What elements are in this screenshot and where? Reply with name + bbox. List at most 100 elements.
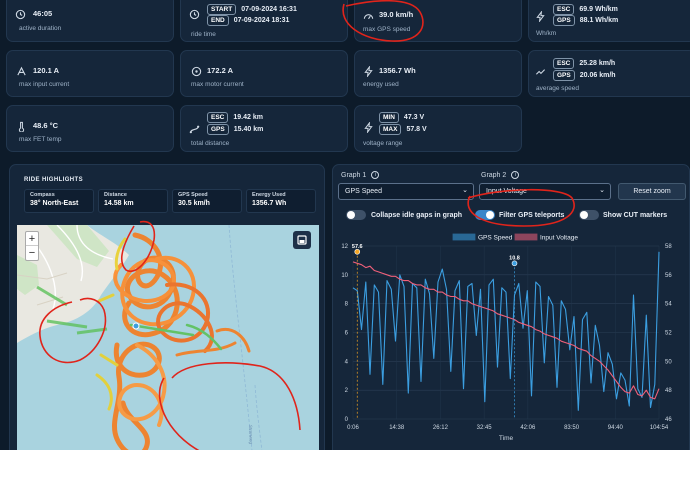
start-tag: START (207, 4, 237, 15)
show-cut-markers-label: Show CUT markers (603, 212, 668, 219)
start-value: 07-09-2024 16:31 (241, 6, 297, 13)
zoom-in-button[interactable]: + (26, 232, 38, 246)
stat-label: max GPS speed (363, 26, 411, 33)
x-axis-label: Time (499, 435, 514, 442)
stat-label: average speed (536, 85, 580, 92)
motor-icon (191, 64, 202, 77)
collapse-idle-label: Collapse idle gaps in graph (371, 212, 463, 219)
esc-value: 69.9 Wh/km (579, 6, 618, 13)
stat-label: total distance (191, 140, 230, 147)
stat-label: active duration (19, 25, 62, 32)
filter-gps-teleports-label: Filter GPS teleports (499, 212, 565, 219)
stat-average-speed: ESC 25.28 km/h GPS 20.06 km/h average spee… (528, 50, 690, 97)
highlight-label: Energy Used (252, 192, 286, 198)
annotation-label: 10.8 (509, 255, 520, 261)
legend-swatch (452, 233, 476, 241)
lightning-icon (535, 9, 546, 23)
chart[interactable]: 024681012464850525456580:06 14:38 26:12 32:… (333, 231, 690, 450)
gps-value: 15.40 km (233, 126, 264, 133)
filter-gps-teleports-toggle[interactable] (475, 210, 495, 220)
volt-min: MIN 47.3 V (379, 112, 424, 123)
dist-esc: ESC 19.42 km (207, 112, 263, 123)
info-icon[interactable]: i (511, 171, 520, 179)
volt-max: MAX 57.8 V (379, 124, 427, 135)
highlight-label: Distance (104, 192, 127, 198)
show-cut-markers-toggle[interactable] (579, 210, 599, 220)
stat-max-fet-temp: 48.6 °C max FET temp (6, 105, 174, 152)
graph2-label: Graph 2 (481, 171, 507, 179)
stat-voltage-range: MIN 47.3 V MAX 57.8 V voltage range (354, 105, 522, 152)
graph1-select[interactable]: GPS Speed ⌄ (338, 183, 474, 200)
chevron-down-icon: ⌄ (462, 187, 468, 194)
stat-label: max motor current (191, 81, 244, 88)
series-line-gps-speed (352, 251, 660, 411)
legend-swatch (514, 233, 538, 241)
graph2-value: Input Voltage (486, 188, 527, 195)
max-value: 57.8 V (406, 126, 427, 133)
current-a-icon (16, 64, 27, 76)
reset-zoom-button[interactable]: Reset zoom (618, 183, 686, 200)
max-tag: MAX (379, 124, 402, 135)
esc-tag: ESC (553, 58, 575, 69)
thermometer-icon (16, 119, 27, 133)
map-layers-button[interactable] (293, 231, 311, 249)
stat-label: voltage range (363, 140, 403, 147)
app-window: 46:05 active duration START 07-09-2024 16… (0, 0, 690, 450)
stat-label: ride time (191, 31, 216, 38)
stat-label: max input current (19, 81, 70, 88)
stat-value: 172.2 A (207, 66, 233, 75)
stat-max-input-current: 120.1 A max input current (6, 50, 174, 97)
gps-tag: GPS (553, 15, 575, 26)
collapse-idle-toggle[interactable] (346, 210, 366, 220)
map-area[interactable]: Stranweg + − (17, 225, 319, 450)
esc-tag: ESC (207, 112, 229, 123)
speedometer-icon (363, 9, 374, 20)
esc-value: 19.42 km (233, 114, 263, 121)
highlight-value: 14.58 km (104, 200, 134, 207)
whkm-gps: GPS 88.1 Wh/km (553, 15, 618, 26)
end-value: 07-09-2024 18:31 (233, 17, 290, 24)
clock-icon (15, 7, 26, 20)
stat-energy-used: 1356.7 Wh energy used (354, 50, 522, 97)
graph-panel: Graph 1 i Graph 2 i GPS Speed ⌄ Input Vo… (332, 164, 690, 450)
graph1-value: GPS Speed (345, 188, 382, 195)
y-right-tick: 50 (665, 359, 672, 365)
esc-tag: ESC (553, 4, 575, 15)
avg-esc: ESC 25.28 km/h (553, 58, 615, 69)
annotation-point (511, 260, 518, 267)
graph2-select[interactable]: Input Voltage ⌄ (479, 183, 611, 200)
zoom-out-button[interactable]: − (26, 246, 38, 260)
route-icon (189, 121, 200, 134)
y-right-tick: 54 (665, 302, 672, 308)
lightning-icon (363, 64, 374, 78)
lightning-icon (363, 120, 374, 134)
ride-start: START 07-09-2024 16:31 (207, 4, 297, 15)
stat-value: 39.0 km/h (379, 10, 414, 19)
info-icon[interactable]: i (371, 171, 380, 179)
x-tick: 104:54 (650, 425, 669, 431)
highlights-title: RIDE HIGHLIGHTS (24, 177, 84, 183)
gps-tag: GPS (207, 124, 229, 135)
end-tag: END (207, 15, 229, 26)
x-tick: 32:45 (477, 425, 493, 431)
min-tag: MIN (379, 112, 399, 123)
y-right-tick: 48 (665, 388, 672, 394)
map-canvas: Stranweg (17, 225, 263, 450)
stat-label: energy used (363, 81, 399, 88)
ride-end: END 07-09-2024 18:31 (207, 15, 289, 26)
stat-value: 46:05 (33, 9, 53, 18)
clock-icon (189, 7, 200, 20)
x-tick: 42:06 (520, 425, 536, 431)
highlight-value: 38° North-East (30, 200, 79, 207)
stat-label: Wh/km (536, 30, 557, 37)
y-left-tick: 8 (345, 302, 349, 308)
highlight-box: Distance 14.58 km (98, 189, 168, 213)
x-tick: 0:06 (347, 425, 359, 431)
x-tick: 26:12 (433, 425, 449, 431)
whkm-esc: ESC 69.9 Wh/km (553, 4, 618, 15)
y-left-tick: 10 (341, 273, 348, 279)
y-right-tick: 52 (665, 331, 672, 337)
y-left-tick: 12 (341, 244, 348, 250)
y-right-tick: 58 (665, 244, 672, 250)
stat-active-duration: 46:05 active duration (6, 0, 174, 42)
